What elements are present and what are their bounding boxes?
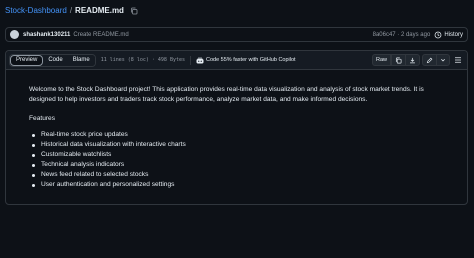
- avatar[interactable]: [10, 30, 19, 39]
- file-header: Preview Code Blame 11 lines (8 loc) · 49…: [6, 51, 467, 70]
- history-button[interactable]: History: [434, 31, 463, 39]
- list-item: Historical data visualization with inter…: [29, 140, 439, 150]
- breadcrumb-separator: /: [69, 6, 73, 15]
- edit-button[interactable]: [422, 54, 437, 66]
- history-label: History: [444, 31, 463, 38]
- breadcrumb: Stock-Dashboard / README.md: [5, 6, 138, 15]
- file-meta: 11 lines (8 loc) · 498 Bytes: [100, 57, 185, 63]
- copilot-icon: [196, 57, 204, 64]
- features-heading: Features: [29, 115, 56, 122]
- readme-intro: Welcome to the Stock Dashboard project! …: [29, 86, 424, 103]
- list-item: Real-time stock price updates: [29, 130, 439, 140]
- copilot-label: Code 55% faster with GitHub Copilot: [206, 57, 296, 63]
- commit-message[interactable]: Create README.md: [73, 32, 128, 38]
- raw-button[interactable]: Raw: [371, 54, 391, 66]
- view-mode-toggle: Preview Code Blame: [9, 53, 96, 67]
- outline-list-icon: [454, 56, 462, 64]
- list-item: Customizable watchlists: [29, 150, 439, 160]
- list-item: News feed related to selected stocks: [29, 170, 439, 180]
- divider: [190, 55, 191, 65]
- readme-content: Welcome to the Stock Dashboard project! …: [29, 85, 439, 190]
- repo-link[interactable]: Stock-Dashboard: [5, 6, 67, 15]
- list-item: User authentication and personalized set…: [29, 180, 439, 190]
- tab-code[interactable]: Code: [43, 54, 68, 66]
- pencil-icon: [426, 57, 433, 64]
- list-item: Technical analysis indicators: [29, 160, 439, 170]
- copy-icon: [395, 57, 402, 64]
- copilot-promo[interactable]: Code 55% faster with GitHub Copilot: [196, 57, 296, 64]
- download-icon: [409, 57, 416, 64]
- commit-author[interactable]: shashank130211: [23, 32, 70, 38]
- download-button[interactable]: [406, 54, 420, 66]
- commit-hash-time[interactable]: 8a06c47 · 2 days ago: [373, 32, 431, 38]
- edit-options-button[interactable]: [437, 54, 450, 66]
- copy-raw-button[interactable]: [391, 54, 406, 66]
- file-viewer: Preview Code Blame 11 lines (8 loc) · 49…: [5, 50, 468, 205]
- symbols-button[interactable]: [452, 54, 464, 66]
- tab-preview[interactable]: Preview: [10, 54, 44, 66]
- latest-commit-bar: shashank130211 Create README.md 8a06c47 …: [5, 27, 468, 42]
- copy-path-icon[interactable]: [130, 7, 138, 15]
- feature-list: Real-time stock price updates Historical…: [29, 130, 439, 190]
- chevron-down-icon: [440, 57, 446, 63]
- tab-blame[interactable]: Blame: [67, 54, 95, 66]
- file-name: README.md: [75, 6, 124, 15]
- history-icon: [434, 31, 442, 39]
